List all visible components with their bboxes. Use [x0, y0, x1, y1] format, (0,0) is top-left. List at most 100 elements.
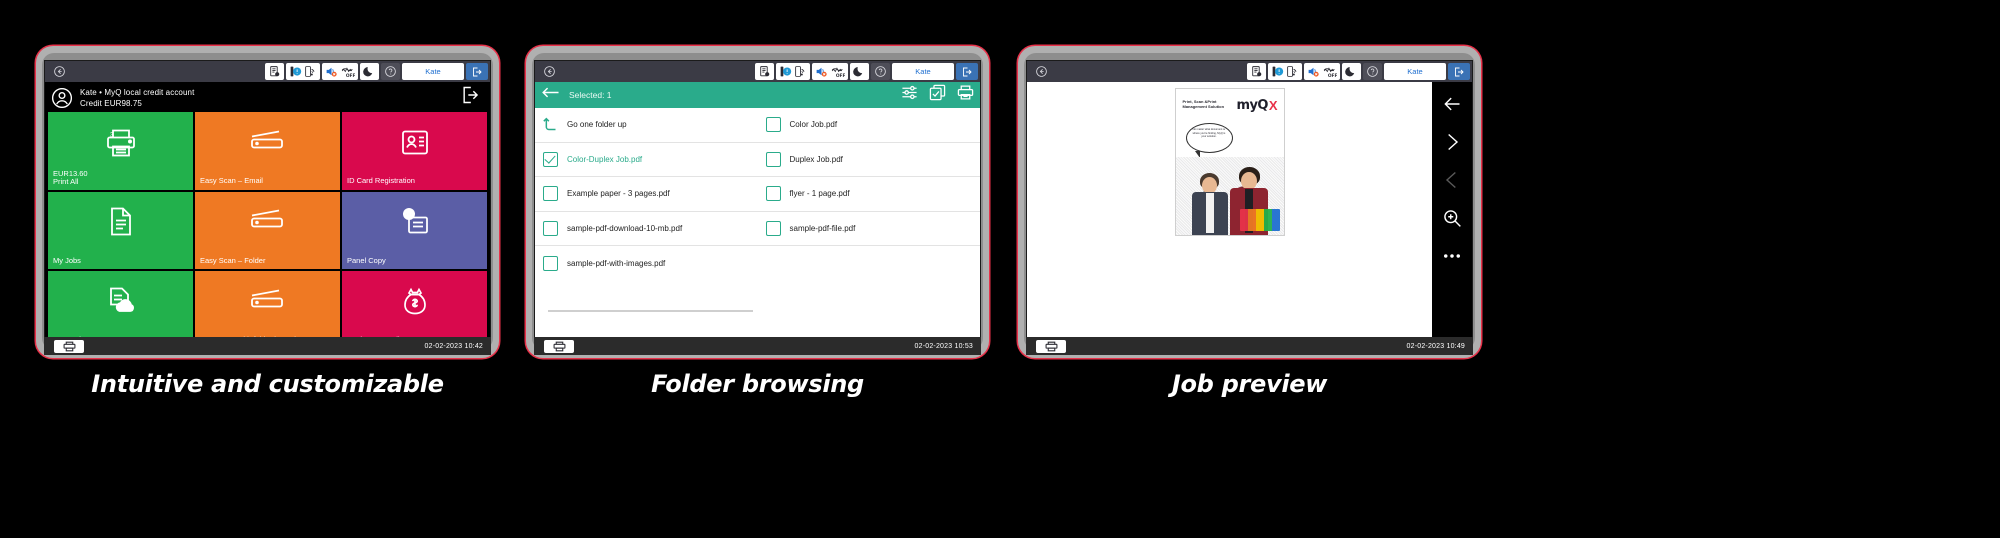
- user-name-label: Kate: [915, 67, 931, 76]
- document-icon: [108, 207, 134, 242]
- cloud-document-icon: [106, 286, 136, 321]
- checkbox[interactable]: [543, 220, 558, 236]
- tile-easy-scan-folder[interactable]: Easy Scan – Folder: [195, 191, 340, 270]
- printer-home-icon[interactable]: [1036, 339, 1066, 353]
- sound-muted-icon: [1308, 67, 1319, 77]
- user-name-button[interactable]: Kate: [892, 63, 954, 80]
- logout-button[interactable]: [466, 63, 488, 80]
- toner-level-icon[interactable]: [1246, 63, 1266, 80]
- folder-browser-actions: [901, 84, 974, 106]
- logout-button[interactable]: [1448, 63, 1470, 80]
- sleep-moon-icon[interactable]: [850, 63, 869, 80]
- list-item-label: Go one folder up: [567, 120, 627, 130]
- sleep-moon-icon[interactable]: [360, 63, 379, 80]
- list-item-duplex-job[interactable]: Duplex Job.pdf: [757, 143, 980, 177]
- tile-print-all[interactable]: 3 EUR13.60 Print All: [48, 112, 193, 190]
- list-item-sample-pdf-download[interactable]: sample-pdf-download-10-mb.pdf: [535, 212, 758, 246]
- sound-and-eco-icons[interactable]: OFF: [321, 63, 358, 80]
- logo-text: myQ: [1236, 98, 1269, 113]
- checkbox[interactable]: [543, 186, 558, 202]
- list-item-sample-pdf-with-images[interactable]: sample-pdf-with-images.pdf: [535, 246, 758, 281]
- brochure-photo: [1175, 157, 1284, 235]
- arrow-left-icon[interactable]: [1442, 94, 1462, 119]
- select-all-icon[interactable]: [929, 84, 946, 106]
- tile-easy-print[interactable]: Easy Print: [48, 271, 193, 337]
- account-credit: Credit EUR98.75: [80, 98, 142, 108]
- toner-level-icon[interactable]: [754, 63, 774, 80]
- user-name-button[interactable]: Kate: [402, 63, 464, 80]
- help-question-icon[interactable]: [381, 63, 400, 80]
- print-all-badge: 3: [110, 132, 114, 139]
- file-list: Go one folder up Color Job.pdf Color-Dup…: [535, 108, 980, 337]
- folder-browser-header: Selected: 1: [535, 82, 980, 108]
- wifi-direct-icon: [1287, 66, 1297, 77]
- list-item-example-paper[interactable]: Example paper - 3 pages.pdf: [535, 177, 758, 212]
- tile-recharge-credit[interactable]: Recharge Credit: [342, 271, 487, 337]
- tile-id-card-registration[interactable]: ID Card Registration: [342, 112, 487, 190]
- status-time: 02-02-2023 10:42: [424, 342, 483, 350]
- tile-easy-scan-folder-browsing[interactable]: Easy Scan with folder browsing: [195, 271, 340, 337]
- selection-count-label: Selected: 1: [569, 90, 612, 100]
- printer-icon: [104, 127, 138, 162]
- more-options-icon[interactable]: [1442, 246, 1462, 271]
- tile-panel-copy[interactable]: Panel Copy: [342, 191, 487, 270]
- printer-home-icon[interactable]: [54, 339, 84, 353]
- brochure-bubble-text: No matter what document or where you’re …: [1192, 128, 1226, 139]
- chevron-right-icon[interactable]: [1442, 132, 1462, 157]
- scanner-icon: [249, 130, 287, 159]
- status-toolbar: OFF Kate: [1027, 61, 1472, 82]
- checkbox[interactable]: [765, 151, 781, 167]
- list-item-folder-up[interactable]: Go one folder up: [535, 108, 758, 143]
- brochure-speech-bubble: No matter what document or where you’re …: [1185, 123, 1233, 158]
- checkbox[interactable]: [543, 255, 558, 271]
- list-item-flyer[interactable]: flyer - 1 page.pdf: [757, 177, 980, 212]
- list-item-label: Color Job.pdf: [789, 120, 838, 130]
- checkbox[interactable]: [765, 220, 781, 236]
- home-screen: Kate • MyQ local credit account Credit E…: [45, 82, 490, 337]
- list-scroll-indicator[interactable]: [548, 310, 753, 312]
- list-item-color-duplex-job[interactable]: Color-Duplex Job.pdf: [535, 143, 758, 177]
- help-question-icon[interactable]: [871, 63, 890, 80]
- brochure-heading: Print, Scan &Print Management Solution: [1182, 99, 1225, 109]
- back-arrow-circle-icon[interactable]: [537, 65, 561, 78]
- print-icon[interactable]: [957, 84, 974, 106]
- tile-my-jobs[interactable]: My Jobs: [48, 191, 193, 270]
- logout-icon[interactable]: [460, 85, 480, 110]
- list-item-sample-pdf-file[interactable]: sample-pdf-file.pdf: [757, 212, 980, 246]
- sleep-moon-icon[interactable]: [1342, 63, 1361, 80]
- preview-canvas[interactable]: Print, Scan &Print Management Solution my…: [1027, 82, 1432, 337]
- screenshot-stage: OFF Kate Kate • MyQ local credit account…: [0, 0, 2000, 538]
- caption-intuitive: Intuitive and customizable: [91, 370, 444, 398]
- zoom-in-icon[interactable]: [1442, 208, 1462, 233]
- connectivity-icons[interactable]: [1267, 63, 1302, 80]
- usb-device-icon: [780, 66, 792, 77]
- checkbox[interactable]: [765, 117, 781, 133]
- logout-button[interactable]: [956, 63, 978, 80]
- back-arrow-circle-icon[interactable]: [1029, 65, 1053, 78]
- options-sliders-icon[interactable]: [901, 84, 918, 106]
- toner-level-icon[interactable]: [264, 63, 284, 80]
- chevron-left-icon[interactable]: [1442, 170, 1462, 195]
- printer-home-icon[interactable]: [544, 339, 574, 353]
- copy-chat-icon: [399, 208, 431, 241]
- user-name-button[interactable]: Kate: [1384, 63, 1446, 80]
- id-card-icon: [401, 128, 429, 161]
- device-screen-folder-browsing: OFF Kate Selected: 1 Go one folder up Co…: [534, 60, 981, 338]
- tile-easy-scan-folder-label: Easy Scan – Folder: [200, 255, 266, 265]
- sound-and-eco-icons[interactable]: OFF: [811, 63, 848, 80]
- help-question-icon[interactable]: [1363, 63, 1382, 80]
- connectivity-icons[interactable]: [285, 63, 320, 80]
- caption-folder-browsing: Folder browsing: [651, 370, 864, 398]
- preview-page: Print, Scan &Print Management Solution my…: [1174, 88, 1285, 236]
- account-lines: Kate • MyQ local credit account Credit E…: [80, 88, 194, 108]
- tile-easy-scan-email[interactable]: Easy Scan – Email: [195, 112, 340, 190]
- sound-and-eco-icons[interactable]: OFF: [1303, 63, 1340, 80]
- tile-my-jobs-label: My Jobs: [53, 255, 81, 265]
- connectivity-icons[interactable]: [775, 63, 810, 80]
- checkbox[interactable]: [765, 186, 781, 202]
- scanner-icon: [249, 289, 287, 318]
- back-arrow-icon[interactable]: [541, 85, 560, 105]
- checkbox-checked[interactable]: [543, 151, 558, 167]
- back-arrow-circle-icon[interactable]: [47, 65, 71, 78]
- list-item-color-job[interactable]: Color Job.pdf: [757, 108, 980, 143]
